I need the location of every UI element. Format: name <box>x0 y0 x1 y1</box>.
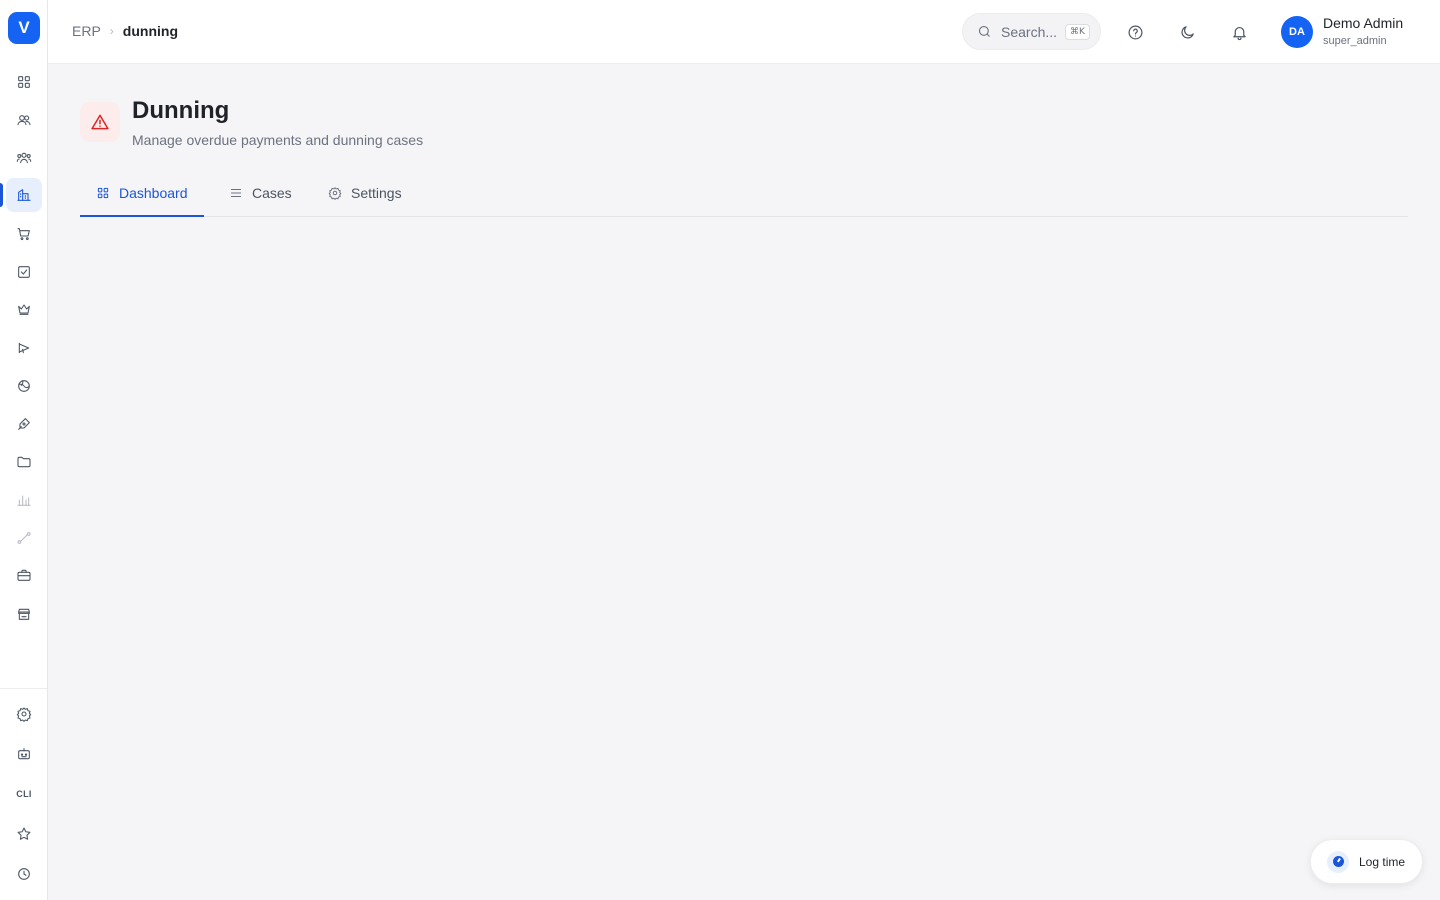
sidebar-item-marketing[interactable] <box>6 331 42 365</box>
logo-letter: V <box>18 18 30 37</box>
tab-settings[interactable]: Settings <box>312 170 418 216</box>
bell-icon <box>1232 26 1246 40</box>
route-icon <box>17 532 31 544</box>
sidebar-item-ai[interactable] <box>6 737 42 771</box>
sidebar-item-workflows[interactable] <box>6 521 42 555</box>
active-indicator <box>0 183 3 207</box>
tab-dashboard[interactable]: Dashboard <box>80 170 204 217</box>
user-name[interactable]: Demo Admin <box>1323 15 1403 31</box>
theme-toggle-button[interactable] <box>1175 20 1199 44</box>
sidebar-item-jobs[interactable] <box>6 558 42 592</box>
tab-bar: Dashboard Cases Settings <box>80 170 1408 217</box>
sidebar-item-web[interactable] <box>6 369 42 403</box>
search-placeholder: Search... <box>1001 23 1058 40</box>
pen-icon <box>18 418 30 430</box>
sidebar-item-cli[interactable]: CLI <box>6 777 42 811</box>
help-icon <box>1128 25 1142 39</box>
top-header: ERP › dunning Search... ⌘K DA Demo Admin… <box>48 0 1440 64</box>
sidebar-item-favorites[interactable] <box>6 817 42 851</box>
bot-icon <box>18 748 30 760</box>
grid-icon <box>18 76 30 88</box>
sidebar-item-dashboard[interactable] <box>6 65 42 99</box>
star-icon <box>17 827 31 840</box>
users-icon <box>17 115 31 126</box>
breadcrumb: ERP › dunning <box>72 23 178 39</box>
briefcase-icon <box>17 569 31 581</box>
globe-icon <box>18 380 30 392</box>
sidebar-item-files[interactable] <box>6 445 42 479</box>
alert-triangle-icon <box>91 114 109 130</box>
log-time-label: Log time <box>1359 854 1406 869</box>
chevron-right-icon: › <box>109 24 114 38</box>
tab-cases[interactable]: Cases <box>213 170 308 216</box>
moon-icon <box>1181 25 1194 38</box>
log-time-button[interactable]: Log time <box>1310 839 1423 884</box>
avatar[interactable]: DA <box>1281 16 1313 48</box>
sidebar-item-analytics[interactable] <box>6 483 42 517</box>
page-icon <box>80 102 120 142</box>
user-role: super_admin <box>1323 35 1387 47</box>
sidebar-item-contacts[interactable] <box>6 103 42 137</box>
sidebar-item-store[interactable] <box>6 597 42 631</box>
bar-chart-icon <box>17 495 31 506</box>
page-title: Dunning <box>132 97 230 124</box>
sidebar-item-commerce[interactable] <box>6 217 42 251</box>
sidebar-item-premium[interactable] <box>6 292 42 326</box>
tab-label: Cases <box>252 185 292 201</box>
sidebar-item-history[interactable] <box>6 857 42 891</box>
avatar-initials: DA <box>1289 26 1305 38</box>
sidebar: V CLI <box>0 0 48 900</box>
breadcrumb-current: dunning <box>122 23 178 39</box>
sidebar-divider <box>0 688 47 689</box>
clock-icon <box>18 868 30 880</box>
search-icon <box>978 25 990 37</box>
notifications-button[interactable] <box>1227 20 1251 44</box>
page-subtitle: Manage overdue payments and dunning case… <box>132 132 424 148</box>
search-shortcut: ⌘K <box>1065 23 1090 40</box>
folder-icon <box>17 456 31 468</box>
team-icon <box>16 152 32 164</box>
sidebar-item-team[interactable] <box>6 141 42 175</box>
sidebar-item-tasks[interactable] <box>6 255 42 289</box>
store-icon <box>18 608 30 620</box>
cli-label: CLI <box>16 789 32 799</box>
list-icon <box>230 189 242 197</box>
cart-icon <box>17 228 30 241</box>
megaphone-icon <box>18 342 30 354</box>
timer-icon <box>1327 850 1349 873</box>
tab-label: Settings <box>351 185 402 201</box>
grid-icon <box>97 187 109 199</box>
gear-icon <box>16 707 32 722</box>
building-icon <box>17 189 31 201</box>
breadcrumb-root[interactable]: ERP <box>72 23 101 39</box>
crown-icon <box>18 304 30 315</box>
checkbox-icon <box>18 266 30 278</box>
sidebar-item-design[interactable] <box>6 407 42 441</box>
app-logo[interactable]: V <box>8 12 40 44</box>
gear-icon <box>328 187 342 200</box>
sidebar-item-erp[interactable] <box>6 178 42 212</box>
search-button[interactable]: Search... ⌘K <box>962 13 1101 50</box>
tab-label: Dashboard <box>119 185 188 201</box>
help-button[interactable] <box>1123 20 1147 44</box>
sidebar-item-settings[interactable] <box>6 697 42 731</box>
